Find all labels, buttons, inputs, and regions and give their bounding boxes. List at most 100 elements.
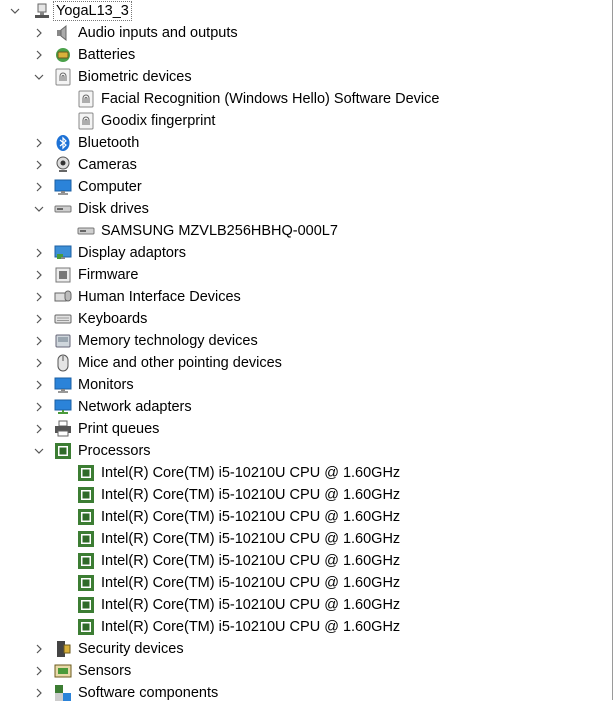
fingerprint-icon xyxy=(77,112,95,130)
tree-node-processors[interactable]: Processors xyxy=(0,440,612,462)
device-tree: YogaL13_3 Audio inputs and outputs Batte… xyxy=(0,0,612,704)
chevron-down-icon[interactable] xyxy=(8,0,22,22)
tree-node-processor[interactable]: Intel(R) Core(TM) i5-10210U CPU @ 1.60GH… xyxy=(0,506,612,528)
tree-node-monitors[interactable]: Monitors xyxy=(0,374,612,396)
tree-node-device[interactable]: Goodix fingerprint xyxy=(0,110,612,132)
tree-node-display-adaptors[interactable]: Display adaptors xyxy=(0,242,612,264)
tree-node-firmware[interactable]: Firmware xyxy=(0,264,612,286)
tree-node-network[interactable]: Network adapters xyxy=(0,396,612,418)
chevron-down-icon[interactable] xyxy=(32,66,46,88)
firmware-icon xyxy=(54,266,72,284)
tree-label: Disk drives xyxy=(78,201,149,217)
tree-label: Software components xyxy=(78,685,219,701)
processor-chip-icon xyxy=(77,596,95,614)
tree-label: Goodix fingerprint xyxy=(101,113,216,129)
computer-name: YogaL13_3 xyxy=(53,1,132,21)
tree-label: Print queues xyxy=(78,421,160,437)
tree-node-disk-drives[interactable]: Disk drives xyxy=(0,198,612,220)
processor-chip-icon xyxy=(77,486,95,504)
tree-node-hid[interactable]: Human Interface Devices xyxy=(0,286,612,308)
webcam-icon xyxy=(54,156,72,174)
processor-chip-icon xyxy=(77,574,95,592)
chevron-right-icon[interactable] xyxy=(32,308,46,330)
monitor-icon xyxy=(54,376,72,394)
tree-node-computer[interactable]: Computer xyxy=(0,176,612,198)
chevron-down-icon[interactable] xyxy=(32,198,46,220)
chevron-right-icon[interactable] xyxy=(32,330,46,352)
memory-card-icon xyxy=(54,332,72,350)
tree-node-software-components[interactable]: Software components xyxy=(0,682,612,704)
processor-chip-icon xyxy=(77,530,95,548)
chevron-right-icon[interactable] xyxy=(32,242,46,264)
device-tree-pane: YogaL13_3 Audio inputs and outputs Batte… xyxy=(0,0,613,701)
processor-chip-icon xyxy=(77,552,95,570)
tree-node-root[interactable]: YogaL13_3 xyxy=(0,0,612,22)
chevron-right-icon[interactable] xyxy=(32,154,46,176)
hid-icon xyxy=(54,288,72,306)
battery-icon xyxy=(54,46,72,64)
tree-label: Batteries xyxy=(78,47,136,63)
tree-label: Intel(R) Core(TM) i5-10210U CPU @ 1.60GH… xyxy=(101,619,401,635)
chevron-right-icon[interactable] xyxy=(32,22,46,44)
chevron-right-icon[interactable] xyxy=(32,264,46,286)
tree-node-sensors[interactable]: Sensors xyxy=(0,660,612,682)
tree-node-bluetooth[interactable]: Bluetooth xyxy=(0,132,612,154)
chevron-right-icon[interactable] xyxy=(32,660,46,682)
disk-drive-icon xyxy=(54,200,72,218)
chevron-right-icon[interactable] xyxy=(32,44,46,66)
tree-label: Intel(R) Core(TM) i5-10210U CPU @ 1.60GH… xyxy=(101,509,401,525)
tree-node-processor[interactable]: Intel(R) Core(TM) i5-10210U CPU @ 1.60GH… xyxy=(0,528,612,550)
tree-node-audio[interactable]: Audio inputs and outputs xyxy=(0,22,612,44)
tree-node-device[interactable]: SAMSUNG MZVLB256HBHQ-000L7 xyxy=(0,220,612,242)
chevron-right-icon[interactable] xyxy=(32,352,46,374)
chevron-right-icon[interactable] xyxy=(32,418,46,440)
tree-label: Sensors xyxy=(78,663,132,679)
tree-node-processor[interactable]: Intel(R) Core(TM) i5-10210U CPU @ 1.60GH… xyxy=(0,616,612,638)
computer-icon xyxy=(33,2,51,20)
tree-node-processor[interactable]: Intel(R) Core(TM) i5-10210U CPU @ 1.60GH… xyxy=(0,572,612,594)
chevron-right-icon[interactable] xyxy=(32,286,46,308)
tree-label: Intel(R) Core(TM) i5-10210U CPU @ 1.60GH… xyxy=(101,465,401,481)
tree-label: Bluetooth xyxy=(78,135,140,151)
chevron-right-icon[interactable] xyxy=(32,132,46,154)
processor-chip-icon xyxy=(77,464,95,482)
tree-node-security[interactable]: Security devices xyxy=(0,638,612,660)
chevron-down-icon[interactable] xyxy=(32,440,46,462)
chevron-right-icon[interactable] xyxy=(32,396,46,418)
network-adapter-icon xyxy=(54,398,72,416)
tree-label: Intel(R) Core(TM) i5-10210U CPU @ 1.60GH… xyxy=(101,531,401,547)
tree-node-biometric[interactable]: Biometric devices xyxy=(0,66,612,88)
tree-node-device[interactable]: Facial Recognition (Windows Hello) Softw… xyxy=(0,88,612,110)
chevron-right-icon[interactable] xyxy=(32,374,46,396)
security-device-icon xyxy=(54,640,72,658)
tree-label: Intel(R) Core(TM) i5-10210U CPU @ 1.60GH… xyxy=(101,575,401,591)
tree-node-batteries[interactable]: Batteries xyxy=(0,44,612,66)
tree-label: Computer xyxy=(78,179,142,195)
chevron-right-icon[interactable] xyxy=(32,638,46,660)
disk-drive-icon xyxy=(77,222,95,240)
display-adapter-icon xyxy=(54,244,72,262)
tree-label: Memory technology devices xyxy=(78,333,258,349)
chevron-right-icon[interactable] xyxy=(32,682,46,704)
tree-node-print-queues[interactable]: Print queues xyxy=(0,418,612,440)
monitor-icon xyxy=(54,178,72,196)
tree-label: Cameras xyxy=(78,157,137,173)
tree-node-mice[interactable]: Mice and other pointing devices xyxy=(0,352,612,374)
tree-label: Security devices xyxy=(78,641,184,657)
tree-node-processor[interactable]: Intel(R) Core(TM) i5-10210U CPU @ 1.60GH… xyxy=(0,550,612,572)
tree-label: Firmware xyxy=(78,267,139,283)
tree-label: Processors xyxy=(78,443,151,459)
tree-node-cameras[interactable]: Cameras xyxy=(0,154,612,176)
tree-label: Intel(R) Core(TM) i5-10210U CPU @ 1.60GH… xyxy=(101,487,401,503)
tree-label: SAMSUNG MZVLB256HBHQ-000L7 xyxy=(101,223,338,239)
tree-label: Display adaptors xyxy=(78,245,186,261)
tree-node-processor[interactable]: Intel(R) Core(TM) i5-10210U CPU @ 1.60GH… xyxy=(0,484,612,506)
tree-label: Monitors xyxy=(78,377,134,393)
software-component-icon xyxy=(54,684,72,702)
tree-node-processor[interactable]: Intel(R) Core(TM) i5-10210U CPU @ 1.60GH… xyxy=(0,594,612,616)
tree-node-keyboards[interactable]: Keyboards xyxy=(0,308,612,330)
mouse-icon xyxy=(54,354,72,372)
tree-node-processor[interactable]: Intel(R) Core(TM) i5-10210U CPU @ 1.60GH… xyxy=(0,462,612,484)
tree-node-memory-tech[interactable]: Memory technology devices xyxy=(0,330,612,352)
chevron-right-icon[interactable] xyxy=(32,176,46,198)
